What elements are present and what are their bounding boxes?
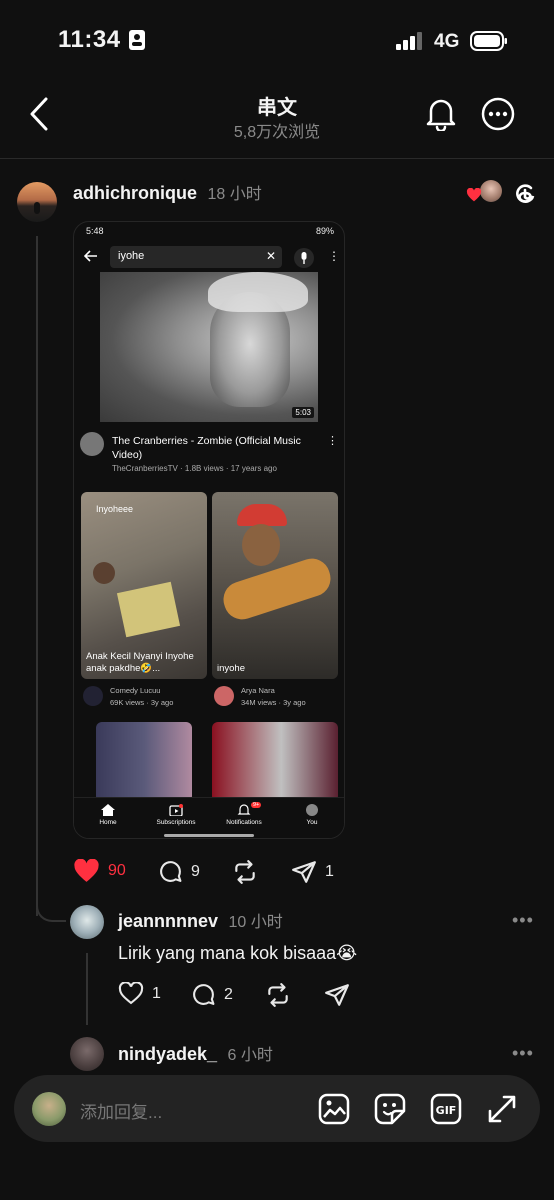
post-header: adhichronique 18 小时 [73, 180, 262, 204]
like-count: 90 [108, 862, 126, 879]
embedded-video-title: The Cranberries - Zombie (Official Music… [112, 435, 301, 461]
liker-avatar [480, 180, 502, 202]
header-divider [0, 158, 554, 159]
reply-2-author-name[interactable]: nindyadek_ [118, 1044, 217, 1064]
post-author-name[interactable]: adhichronique [73, 183, 197, 203]
composer-user-avatar [32, 1092, 66, 1126]
heart-filled-icon [74, 859, 99, 882]
heart-badge-icon [466, 188, 482, 202]
expand-composer-button[interactable] [486, 1093, 518, 1125]
embedded-bottom-nav: Home Subscriptions Notifications 9+ You [74, 797, 344, 838]
embedded-video-menu-icon: ⋮ [327, 435, 338, 447]
expand-icon [488, 1095, 516, 1123]
gif-button[interactable]: GIF [430, 1093, 462, 1125]
view-count: 5,8万次浏览 [233, 124, 321, 141]
more-options-button[interactable] [481, 97, 515, 131]
embedded-status-bar: 5:48 89% [86, 226, 334, 236]
embedded-channel-avatar [80, 432, 104, 456]
battery-icon [470, 31, 508, 51]
embedded-short-1-avatar [83, 686, 103, 706]
image-icon [318, 1093, 350, 1125]
comment-count: 9 [191, 862, 200, 880]
repost-icon [268, 983, 288, 1007]
reply-author-avatar[interactable] [70, 905, 104, 939]
repost-button[interactable] [232, 859, 258, 885]
embedded-video-thumbnail: 5:03 [100, 272, 318, 422]
gif-icon: GIF [430, 1093, 462, 1125]
attach-image-button[interactable] [318, 1093, 350, 1125]
svg-text:GIF: GIF [436, 1104, 457, 1117]
embedded-kebab-icon: ⋮ [328, 249, 340, 263]
heart-outline-icon [118, 982, 144, 1005]
network-label: 4G [434, 31, 460, 52]
page-title: 串文 [257, 97, 297, 119]
comment-icon [160, 861, 182, 882]
share-count: 1 [325, 863, 334, 880]
reply-like-count: 1 [152, 984, 161, 1002]
reply-input-placeholder[interactable]: 添加回复... [80, 1098, 162, 1123]
embedded-short-2-avatar [214, 686, 234, 706]
embedded-short-2: inyohe [212, 492, 338, 679]
repost-icon [235, 860, 255, 884]
embedded-short-4 [212, 722, 338, 802]
embedded-search-box: iyohe ✕ [110, 246, 282, 268]
send-icon [325, 984, 349, 1006]
embedded-short-3 [96, 722, 192, 802]
reply-more-button[interactable]: ••• [512, 910, 534, 931]
bell-icon [426, 99, 456, 131]
sticker-button[interactable] [374, 1093, 406, 1125]
reply-time: 10 小时 [228, 914, 283, 931]
thread-line [36, 236, 38, 916]
embedded-short-1-meta: Comedy Lucuu 69K views · 3y ago [110, 686, 174, 707]
reply-share-button[interactable] [324, 982, 350, 1008]
reply-repost-button[interactable] [265, 982, 291, 1008]
embedded-mic-icon [294, 248, 314, 268]
reply-2-time: 6 小时 [227, 1047, 273, 1064]
post-time: 18 小时 [207, 186, 262, 203]
comment-button[interactable]: 9 [158, 859, 200, 884]
reply-header: jeannnnnev 10 小时 [118, 908, 283, 932]
send-icon [292, 861, 316, 883]
share-button[interactable]: 1 [291, 859, 334, 885]
reply-2-author-avatar[interactable] [70, 1037, 104, 1071]
reply-author-name[interactable]: jeannnnnev [118, 911, 218, 931]
reply-like-button[interactable]: 1 [118, 982, 161, 1005]
liked-by-avatars[interactable] [466, 180, 504, 206]
thread-connector [36, 900, 66, 922]
threads-logo-button[interactable] [512, 180, 538, 206]
signal-icon [396, 32, 424, 50]
post-author-avatar[interactable] [17, 182, 57, 222]
reply-composer[interactable]: 添加回复... GIF [14, 1075, 540, 1142]
sticker-icon [374, 1093, 406, 1125]
embedded-short-1: Inyoheee Anak Kecil Nyanyi Inyohe anak p… [81, 492, 207, 679]
status-time: 11:34 [58, 26, 145, 54]
id-card-icon [128, 30, 145, 50]
comment-icon [193, 984, 215, 1005]
reply-text: Lirik yang mana kok bisaaa😭 [118, 943, 358, 963]
embedded-back-icon [84, 250, 98, 262]
reply-thread-line [86, 953, 88, 1025]
more-circle-icon [481, 97, 515, 131]
notification-bell-button[interactable] [425, 97, 457, 131]
threads-logo-icon [516, 184, 535, 203]
like-button[interactable]: 90 [73, 859, 126, 883]
embedded-video-meta: TheCranberriesTV · 1.8B views · 17 years… [112, 464, 277, 473]
reply-comment-count: 2 [224, 985, 233, 1003]
reply-comment-button[interactable]: 2 [191, 982, 233, 1007]
reply-2-more-button[interactable]: ••• [512, 1043, 534, 1064]
post-image-screenshot[interactable]: 5:48 89% iyohe ✕ ⋮ 5:03 The Cranberries … [73, 221, 345, 839]
reply-2-header: nindyadek_ 6 小时 [118, 1041, 273, 1065]
embedded-short-2-meta: Arya Nara 34M views · 3y ago [241, 686, 306, 707]
